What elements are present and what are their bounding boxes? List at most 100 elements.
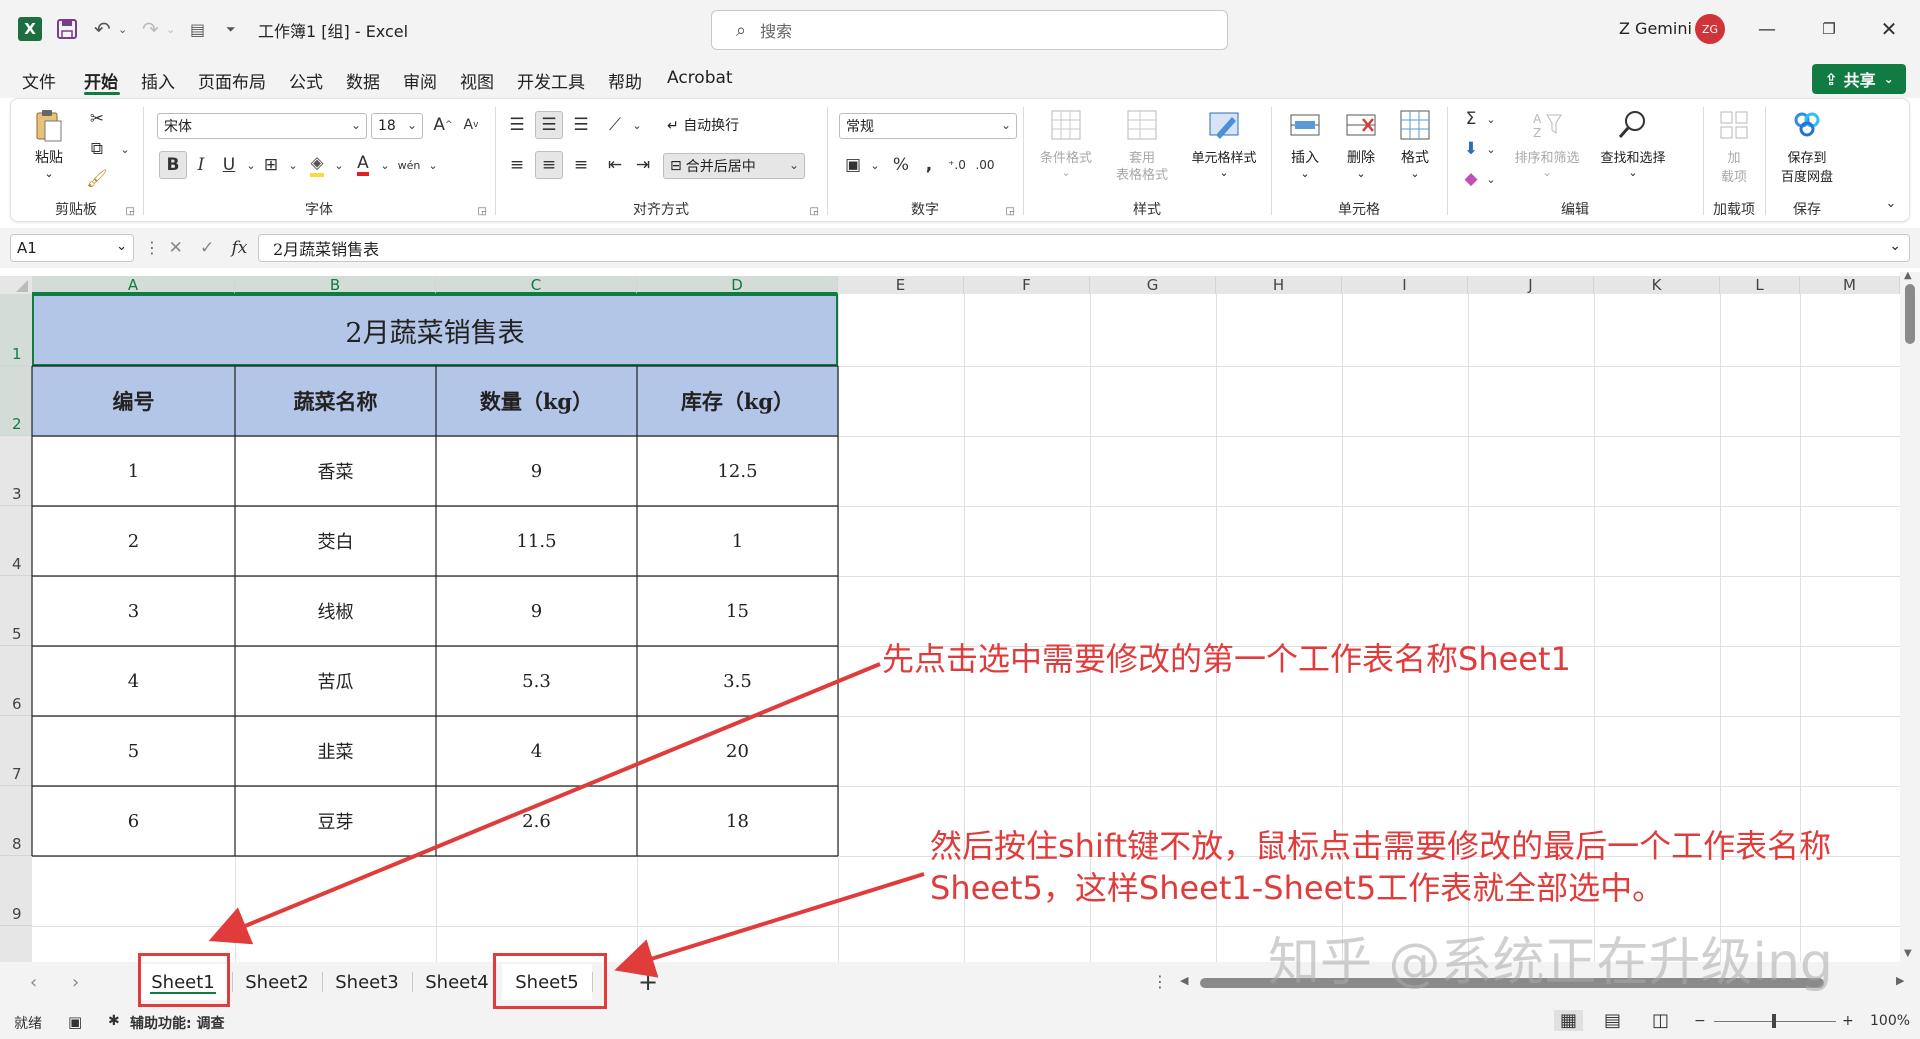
format-painter-icon[interactable]: 🖌 xyxy=(83,165,111,193)
macro-record-icon[interactable]: ▣ xyxy=(68,1013,82,1031)
scroll-right-icon[interactable]: ▶ xyxy=(1896,974,1904,987)
page-layout-view-icon[interactable]: ▤ xyxy=(1604,1010,1621,1031)
increase-indent-icon[interactable]: ⇥ xyxy=(629,151,657,179)
clipboard-launcher-icon[interactable]: ◲ xyxy=(126,206,135,217)
wrap-text-button[interactable]: ↵ 自动换行 xyxy=(667,115,777,135)
collapse-ribbon-icon[interactable]: ⌄ xyxy=(1877,189,1905,217)
align-top-icon[interactable]: ☰ xyxy=(503,111,531,139)
zoom-level[interactable]: 100% xyxy=(1870,1013,1910,1029)
tab-developer[interactable]: 开发工具 xyxy=(517,68,585,93)
sheet-tab-sheet3[interactable]: Sheet3 xyxy=(322,964,412,1000)
search-box[interactable]: ⌕ 搜索 xyxy=(711,10,1228,50)
column-header-m[interactable]: M xyxy=(1800,276,1900,294)
number-format-select[interactable]: 常规 ⌄ xyxy=(839,113,1017,139)
phonetic-dropdown-icon[interactable]: ⌄ xyxy=(419,151,447,179)
column-header-h[interactable]: H xyxy=(1216,276,1342,294)
number-launcher-icon[interactable]: ◲ xyxy=(1006,206,1015,217)
format-as-table-button[interactable]: 套用 表格格式 xyxy=(1105,107,1179,183)
delete-cells-button[interactable]: 删除 ⌄ xyxy=(1335,107,1387,180)
zoom-out-icon[interactable]: − xyxy=(1694,1013,1706,1029)
scroll-up-icon[interactable]: ▲ xyxy=(1904,270,1912,281)
enter-icon[interactable]: ✓ xyxy=(200,238,214,258)
align-center-icon[interactable]: ≡ xyxy=(535,151,563,179)
tab-data[interactable]: 数据 xyxy=(346,68,380,93)
cancel-icon[interactable]: ✕ xyxy=(169,238,183,258)
autosum-dropdown-icon[interactable]: ⌄ xyxy=(1477,105,1505,133)
vertical-scroll-thumb[interactable] xyxy=(1905,284,1915,344)
merge-center-button[interactable]: ⊟ 合并后居中 ⌄ xyxy=(663,153,805,179)
alignment-launcher-icon[interactable]: ◲ xyxy=(810,206,819,217)
addins-button[interactable]: 加 载项 xyxy=(1707,107,1761,185)
expand-formula-icon[interactable]: ⌄ xyxy=(1889,238,1901,254)
font-launcher-icon[interactable]: ◲ xyxy=(478,206,487,217)
decrease-indent-icon[interactable]: ⇤ xyxy=(601,151,629,179)
font-name-select[interactable]: 宋体 ⌄ xyxy=(157,113,367,139)
restore-icon[interactable]: ❐ xyxy=(1814,14,1844,44)
row-header-10[interactable] xyxy=(0,926,32,962)
insert-function-icon[interactable]: fx xyxy=(232,238,248,258)
align-left-icon[interactable]: ≡ xyxy=(503,151,531,179)
tab-view[interactable]: 视图 xyxy=(460,68,494,93)
align-bottom-icon[interactable]: ☰ xyxy=(567,111,595,139)
sheet-tab-sheet2[interactable]: Sheet2 xyxy=(232,964,322,1000)
share-button[interactable]: ⇪ 共享 ⌄ xyxy=(1812,64,1906,94)
undo-dropdown-icon[interactable]: ⌄ xyxy=(118,16,127,42)
tab-formulas[interactable]: 公式 xyxy=(289,68,323,93)
save-baidu-button[interactable]: 保存到 百度网盘 xyxy=(1769,107,1845,185)
fill-dropdown-icon[interactable]: ⌄ xyxy=(1477,135,1505,163)
orientation-dropdown-icon[interactable]: ⌄ xyxy=(623,111,651,139)
add-sheet-icon[interactable]: + xyxy=(638,968,658,996)
font-size-select[interactable]: 18 ⌄ xyxy=(371,113,423,139)
normal-view-icon[interactable]: ▦ xyxy=(1554,1010,1584,1031)
accounting-dropdown-icon[interactable]: ⌄ xyxy=(861,151,889,179)
copy-dropdown-icon[interactable]: ⌄ xyxy=(111,135,139,163)
align-middle-icon[interactable]: ☰ xyxy=(535,111,563,139)
cell-styles-button[interactable]: 单元格样式 ⌄ xyxy=(1181,107,1267,179)
tab-review[interactable]: 审阅 xyxy=(403,68,437,93)
undo-icon[interactable]: ↶ xyxy=(94,16,111,42)
copy-icon[interactable]: ⧉ xyxy=(83,135,111,163)
zoom-in-icon[interactable]: + xyxy=(1842,1013,1854,1029)
cut-icon[interactable]: ✂ xyxy=(83,105,111,133)
formula-input[interactable]: 2月蔬菜销售表 ⌄ xyxy=(258,234,1910,262)
find-select-button[interactable]: 查找和选择 ⌄ xyxy=(1591,107,1675,179)
tab-page-layout[interactable]: 页面布局 xyxy=(198,68,266,93)
customize-qat-icon[interactable]: ⏷ xyxy=(226,16,236,42)
comma-style-icon[interactable]: , xyxy=(915,151,943,179)
insert-cells-button[interactable]: 插入 ⌄ xyxy=(1279,107,1331,180)
user-name[interactable]: Z Gemini xyxy=(1619,19,1692,38)
column-header-f[interactable]: F xyxy=(964,276,1090,294)
page-break-view-icon[interactable]: ◫ xyxy=(1652,1010,1669,1031)
paste-button[interactable]: 粘贴 ⌄ xyxy=(25,107,73,180)
zoom-slider[interactable] xyxy=(1714,1014,1836,1028)
save-icon[interactable] xyxy=(56,16,78,42)
clear-dropdown-icon[interactable]: ⌄ xyxy=(1477,165,1505,193)
prev-sheet-icon[interactable]: ‹ xyxy=(30,972,37,993)
redo-dropdown-icon[interactable]: ⌄ xyxy=(166,16,175,42)
conditional-format-button[interactable]: 条件格式 ⌄ xyxy=(1029,107,1103,179)
decrease-decimal-icon[interactable]: .00 xyxy=(971,151,999,179)
column-header-g[interactable]: G xyxy=(1090,276,1216,294)
italic-icon[interactable]: I xyxy=(187,151,215,179)
form-icon[interactable]: ▤ xyxy=(190,16,205,42)
tab-file[interactable]: 文件 xyxy=(22,68,56,93)
tab-split-icon[interactable]: ⋮ xyxy=(1152,972,1168,991)
tab-help[interactable]: 帮助 xyxy=(608,68,642,93)
align-right-icon[interactable]: ≡ xyxy=(567,151,595,179)
minimize-icon[interactable]: — xyxy=(1752,14,1782,44)
sheet-tab-sheet4[interactable]: Sheet4 xyxy=(412,964,502,1000)
name-box[interactable]: A1 ⌄ xyxy=(10,234,134,262)
vertical-scrollbar[interactable]: ▲ ▼ xyxy=(1900,270,1920,962)
tab-acrobat[interactable]: Acrobat xyxy=(667,68,733,88)
percent-icon[interactable]: % xyxy=(887,151,915,179)
redo-icon[interactable]: ↷ xyxy=(142,16,159,42)
sort-filter-button[interactable]: AZ 排序和筛选 ⌄ xyxy=(1505,107,1589,179)
avatar[interactable]: ZG xyxy=(1695,14,1725,44)
more-options-icon[interactable]: ⋮ xyxy=(144,238,160,257)
bold-icon[interactable]: B xyxy=(159,151,187,179)
zoom-slider-thumb[interactable] xyxy=(1772,1014,1776,1028)
tab-insert[interactable]: 插入 xyxy=(141,68,175,93)
increase-font-icon[interactable]: A ^ xyxy=(429,111,457,139)
decrease-font-icon[interactable]: Av xyxy=(457,111,485,139)
accessibility-status[interactable]: 辅助功能: 调查 xyxy=(130,1013,224,1033)
